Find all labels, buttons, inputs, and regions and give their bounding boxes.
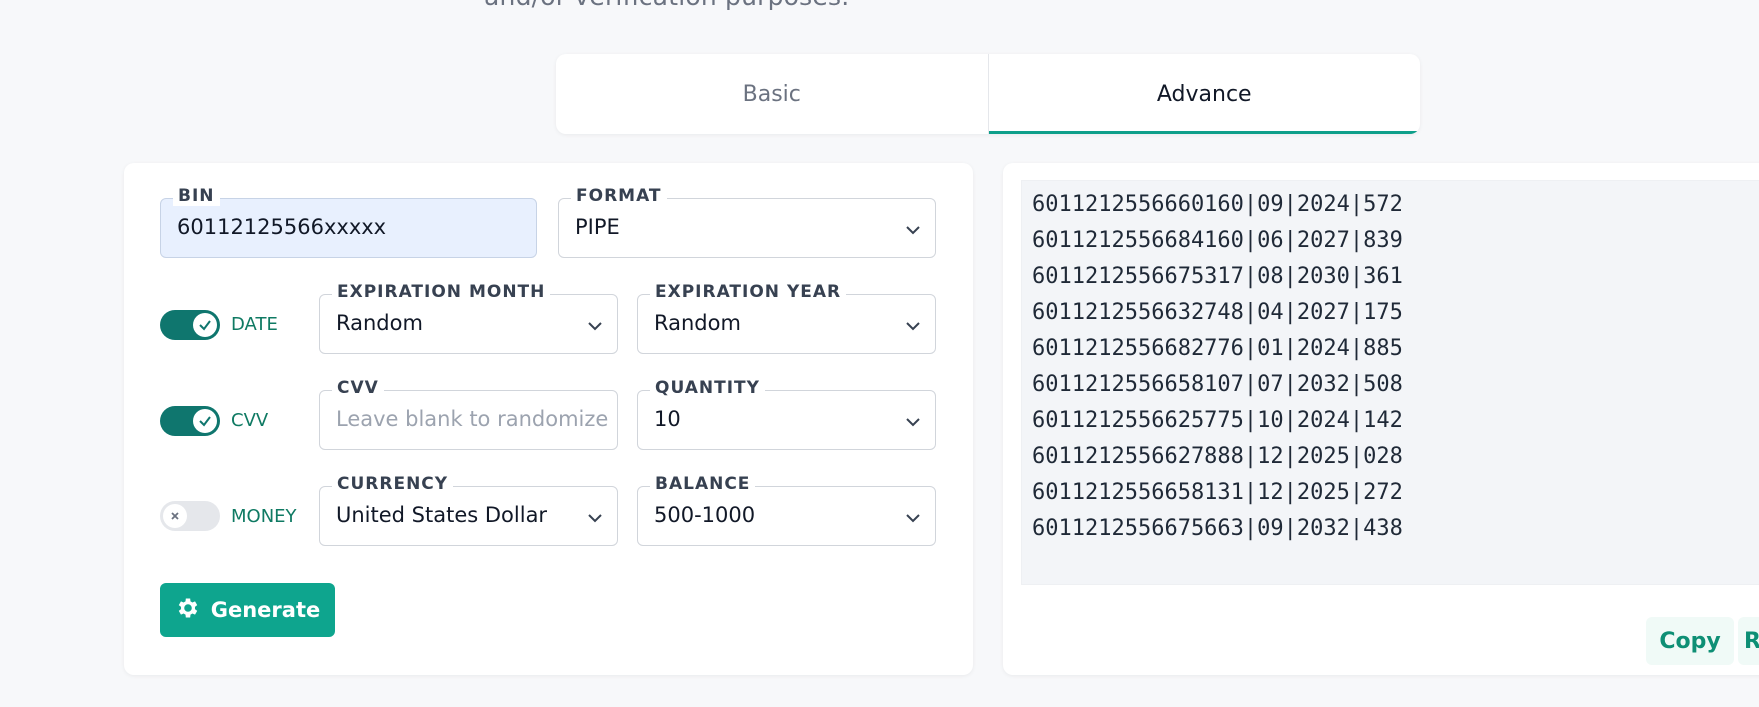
money-toggle[interactable] <box>160 501 220 531</box>
money-toggle-label: MONEY <box>231 506 297 527</box>
balance-label: BALANCE <box>650 474 756 494</box>
expiration-year-select[interactable]: EXPIRATION YEAR Random <box>637 282 936 354</box>
expiration-year-label: EXPIRATION YEAR <box>650 282 847 302</box>
bin-field[interactable]: BIN 60112125566xxxxx <box>160 186 537 258</box>
expiration-month-label: EXPIRATION MONTH <box>332 282 551 302</box>
cvv-toggle[interactable] <box>160 406 220 436</box>
output-line: 6011212556660160|09|2024|572 <box>1032 192 1403 217</box>
date-toggle[interactable] <box>160 310 220 340</box>
chevron-down-icon <box>905 413 920 427</box>
cvv-label: CVV <box>332 378 384 398</box>
currency-label: CURRENCY <box>332 474 454 494</box>
tab-bar: Basic Advance <box>556 54 1420 134</box>
cvv-field[interactable]: CVV <box>319 378 618 450</box>
generated-cards-output[interactable]: 6011212556660160|09|2024|572 601121255668… <box>1021 180 1759 585</box>
output-line: 6011212556632748|04|2027|175 <box>1032 300 1403 325</box>
tab-basic[interactable]: Basic <box>556 54 989 134</box>
expiration-month-select[interactable]: EXPIRATION MONTH Random <box>319 282 618 354</box>
currency-value: United States Dollar <box>336 503 548 527</box>
format-value: PIPE <box>575 215 620 239</box>
bin-value[interactable]: 60112125566xxxxx <box>177 215 488 239</box>
quantity-value: 10 <box>654 407 681 431</box>
chevron-down-icon <box>905 317 920 331</box>
format-label: FORMAT <box>571 186 667 206</box>
output-line: 6011212556658107|07|2032|508 <box>1032 372 1403 397</box>
quantity-select[interactable]: QUANTITY 10 <box>637 378 936 450</box>
header-partial-text: and/or verification purposes. <box>484 0 849 11</box>
chevron-down-icon <box>905 221 920 235</box>
output-line: 6011212556682776|01|2024|885 <box>1032 336 1403 361</box>
expiration-year-value: Random <box>654 311 741 335</box>
quantity-label: QUANTITY <box>650 378 765 398</box>
check-icon <box>193 409 217 433</box>
output-line: 6011212556675317|08|2030|361 <box>1032 264 1403 289</box>
check-icon <box>193 313 217 337</box>
tab-advance[interactable]: Advance <box>988 54 1421 134</box>
expiration-month-value: Random <box>336 311 423 335</box>
output-line: 6011212556675663|09|2032|438 <box>1032 516 1403 541</box>
output-line: 6011212556658131|12|2025|272 <box>1032 480 1403 505</box>
balance-select[interactable]: BALANCE 500-1000 <box>637 474 936 546</box>
cvv-toggle-label: CVV <box>231 410 269 431</box>
bin-label: BIN <box>173 186 220 206</box>
generate-button[interactable]: Generate <box>160 583 335 637</box>
balance-value: 500-1000 <box>654 503 756 527</box>
chevron-down-icon <box>905 509 920 523</box>
gear-icon <box>175 595 201 626</box>
cvv-input[interactable] <box>336 407 613 431</box>
copy-button[interactable]: Copy <box>1646 617 1734 665</box>
generate-button-label: Generate <box>210 598 321 622</box>
currency-select[interactable]: CURRENCY United States Dollar <box>319 474 618 546</box>
close-icon <box>163 504 187 528</box>
chevron-down-icon <box>587 509 602 523</box>
format-select[interactable]: FORMAT PIPE <box>558 186 936 258</box>
output-line: 6011212556625775|10|2024|142 <box>1032 408 1403 433</box>
date-toggle-label: DATE <box>231 314 278 335</box>
secondary-action-button[interactable]: R <box>1738 617 1759 665</box>
chevron-down-icon <box>587 317 602 331</box>
output-line: 6011212556627888|12|2025|028 <box>1032 444 1403 469</box>
output-line: 6011212556684160|06|2027|839 <box>1032 228 1403 253</box>
